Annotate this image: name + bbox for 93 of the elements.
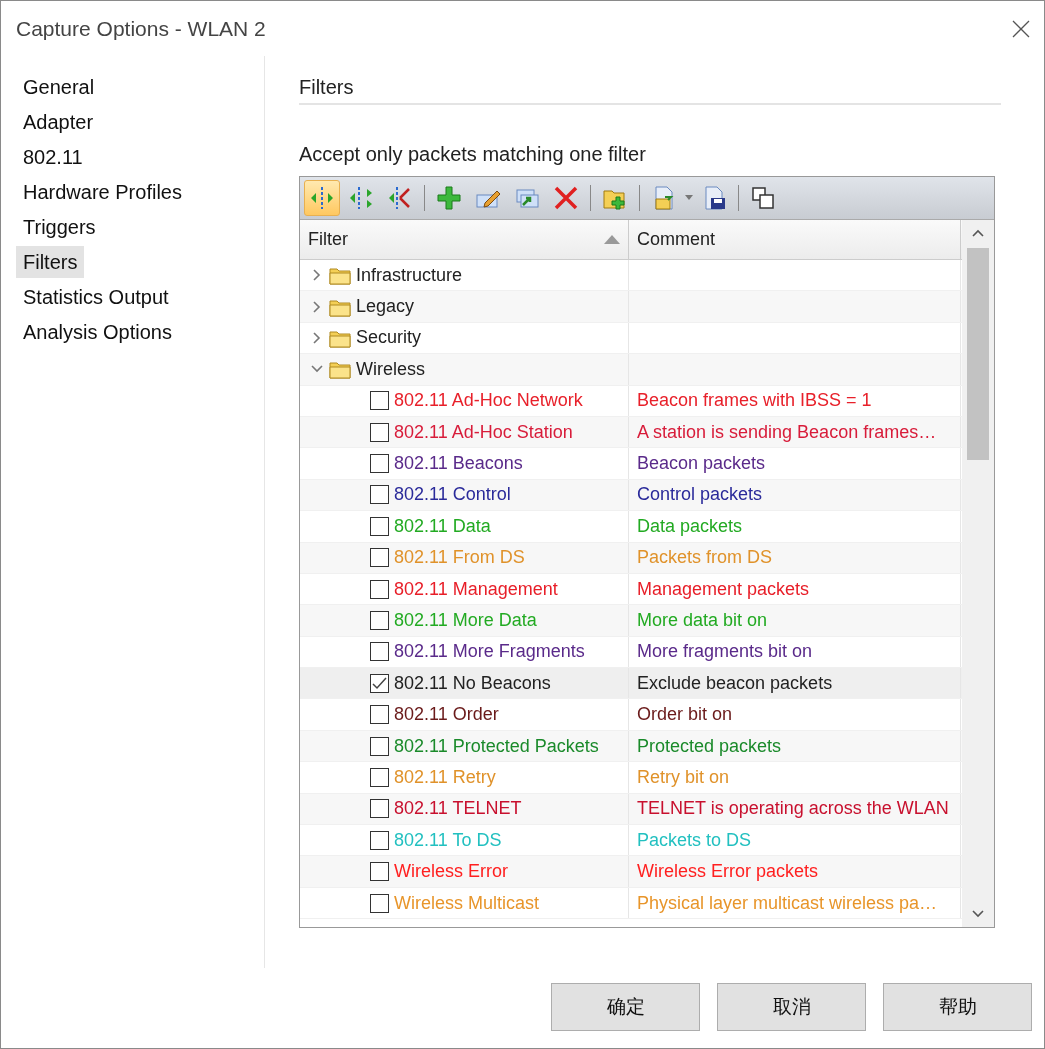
filter-comment: Physical layer multicast wireless pa… bbox=[637, 892, 938, 914]
dialog-button[interactable]: 取消 bbox=[717, 983, 866, 1031]
folder-name: Legacy bbox=[356, 296, 415, 318]
sidebar-item[interactable]: Adapter bbox=[16, 106, 101, 138]
filter-row[interactable]: 802.11 No Beacons Exclude beacon packets bbox=[300, 668, 962, 700]
scrollbar[interactable] bbox=[962, 220, 994, 927]
scroll-thumb[interactable] bbox=[967, 248, 989, 460]
filter-comment: Beacon packets bbox=[637, 453, 766, 475]
filter-name: 802.11 Beacons bbox=[394, 453, 523, 475]
folder-icon bbox=[329, 265, 351, 286]
filter-comment: Packets to DS bbox=[637, 829, 752, 851]
arrows-in-icon[interactable] bbox=[304, 180, 340, 216]
filter-name: 802.11 TELNET bbox=[394, 798, 522, 820]
filter-row[interactable]: 802.11 Order Order bit on bbox=[300, 699, 962, 731]
checkbox[interactable] bbox=[370, 579, 389, 599]
checkbox[interactable] bbox=[370, 799, 389, 819]
filter-name: 802.11 Retry bbox=[394, 766, 496, 788]
column-header[interactable]: Comment bbox=[629, 220, 961, 259]
mode-label: Accept only packets matching one filter bbox=[299, 143, 647, 166]
checkbox[interactable] bbox=[370, 736, 389, 756]
sidebar-item[interactable]: Triggers bbox=[16, 211, 103, 243]
filter-name: 802.11 Order bbox=[394, 704, 499, 726]
filter-comment: More fragments bit on bbox=[637, 641, 813, 663]
sidebar-item[interactable]: Hardware Profiles bbox=[16, 176, 189, 208]
checkbox[interactable] bbox=[370, 516, 389, 536]
filter-row[interactable]: 802.11 Ad-Hoc Station A station is sending Beacon frames… bbox=[300, 416, 962, 449]
filter-comment: Protected packets bbox=[637, 735, 782, 757]
checkbox[interactable] bbox=[370, 485, 389, 505]
checkbox[interactable] bbox=[370, 705, 389, 725]
folder-row[interactable]: Legacy bbox=[300, 291, 962, 323]
filter-name: 802.11 No Beacons bbox=[394, 672, 551, 694]
dialog-button[interactable]: 确定 bbox=[551, 983, 700, 1031]
filter-name: 802.11 More Data bbox=[394, 610, 537, 631]
folder-name: Infrastructure bbox=[356, 264, 463, 286]
filter-comment: More data bit on bbox=[637, 610, 768, 631]
checkbox[interactable] bbox=[370, 548, 389, 568]
filter-name: Wireless Error bbox=[394, 861, 508, 883]
filter-comment: A station is sending Beacon frames… bbox=[637, 421, 937, 443]
filter-name: 802.11 Protected Packets bbox=[394, 735, 599, 757]
close-icon[interactable] bbox=[1012, 19, 1030, 38]
filter-name: Wireless Multicast bbox=[394, 892, 540, 914]
filter-comment: Control packets bbox=[637, 484, 763, 506]
column-header[interactable]: Filter bbox=[300, 220, 629, 259]
filter-comment: Beacon frames with IBSS = 1 bbox=[637, 390, 872, 412]
filter-name: 802.11 Ad-Hoc Station bbox=[394, 421, 573, 443]
filter-name: 802.11 To DS bbox=[394, 829, 502, 851]
filter-row[interactable]: 802.11 Control Control packets bbox=[300, 479, 962, 512]
checkbox[interactable] bbox=[370, 893, 389, 913]
folder-name: Security bbox=[356, 327, 422, 349]
checkbox[interactable] bbox=[370, 767, 389, 787]
checkbox[interactable] bbox=[370, 454, 389, 474]
filter-name: 802.11 More Fragments bbox=[394, 641, 585, 663]
dropdown-caret-icon[interactable] bbox=[685, 195, 693, 201]
filter-comment: Data packets bbox=[637, 515, 743, 537]
sidebar-item[interactable]: Analysis Options bbox=[16, 316, 179, 348]
filter-name: 802.11 From DS bbox=[394, 547, 525, 569]
sidebar-item[interactable]: Statistics Output bbox=[16, 281, 176, 313]
folder-row[interactable]: Security bbox=[300, 322, 962, 355]
filter-row[interactable]: 802.11 Beacons Beacon packets bbox=[300, 448, 962, 480]
filter-comment: Wireless Error packets bbox=[637, 861, 819, 883]
filter-name: 802.11 Management bbox=[394, 578, 558, 600]
filter-row[interactable]: 802.11 Protected Packets Protected packets bbox=[300, 730, 962, 763]
folder-icon bbox=[329, 359, 351, 380]
filter-name: 802.11 Control bbox=[394, 484, 511, 506]
checkbox[interactable] bbox=[370, 422, 389, 442]
filter-row[interactable]: 802.11 More Fragments More fragments bit on bbox=[300, 636, 962, 669]
filter-name: 802.11 Data bbox=[394, 515, 491, 537]
section-heading: Filters bbox=[299, 76, 1001, 105]
window-title: Capture Options - WLAN 2 bbox=[16, 16, 266, 41]
folder-name: Wireless bbox=[356, 358, 425, 380]
checkbox[interactable] bbox=[370, 862, 389, 882]
filter-name: 802.11 Ad-Hoc Network bbox=[394, 390, 583, 412]
sidebar-item[interactable]: Filters bbox=[16, 246, 85, 278]
checkbox[interactable] bbox=[370, 611, 389, 630]
filter-row[interactable]: 802.11 Ad-Hoc Network Beacon frames with IBSS = 1 bbox=[300, 385, 962, 417]
filter-comment: TELNET is operating across the WLAN bbox=[637, 798, 949, 820]
filter-comment: Management packets bbox=[637, 578, 810, 600]
filter-row[interactable]: Wireless Error Wireless Error packets bbox=[300, 856, 962, 888]
checkbox[interactable] bbox=[370, 830, 389, 850]
dialog-button[interactable]: 帮助 bbox=[883, 983, 1032, 1031]
filter-row[interactable]: 802.11 Management Management packets bbox=[300, 573, 962, 606]
folder-row[interactable]: Wireless bbox=[300, 354, 962, 386]
checkbox[interactable] bbox=[370, 673, 389, 693]
filter-row[interactable]: 802.11 TELNET TELNET is operating across the WLAN bbox=[300, 793, 962, 826]
filter-comment: Retry bit on bbox=[637, 766, 730, 788]
filter-comment: Packets from DS bbox=[637, 547, 773, 569]
sidebar-item[interactable]: General bbox=[16, 71, 102, 103]
filter-comment: Exclude beacon packets bbox=[637, 672, 833, 694]
checkbox[interactable] bbox=[370, 642, 389, 662]
sidebar-item[interactable]: 802.11 bbox=[16, 141, 90, 173]
filter-comment: Order bit on bbox=[637, 704, 733, 726]
checkbox[interactable] bbox=[370, 391, 389, 411]
folder-row[interactable]: Infrastructure bbox=[300, 260, 962, 292]
